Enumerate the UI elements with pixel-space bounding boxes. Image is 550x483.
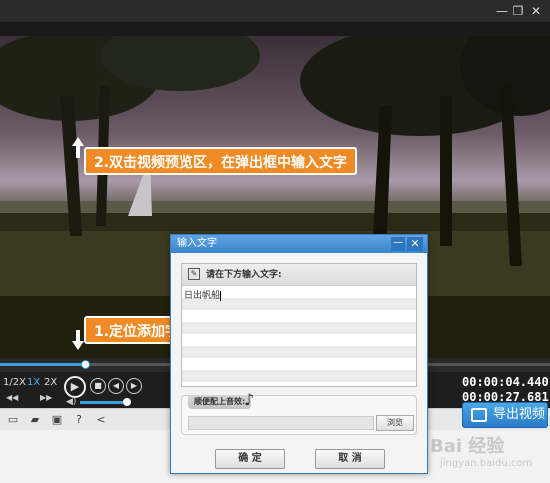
speed-half[interactable]: 1/2X — [3, 377, 26, 388]
play-button[interactable]: ▶ — [64, 376, 86, 398]
ok-button[interactable]: 确 定 — [215, 449, 285, 469]
prev-frame-button[interactable]: ◀ — [108, 378, 124, 394]
input-text-dialog: 输入文字 — ✕ ✎ 请在下方输入文字: 日出帆船 顺便配上音效: ♪ 浏览 确… — [170, 234, 428, 474]
step-back-icon[interactable]: ◀◀ — [6, 393, 18, 402]
watermark-url: jingyan.baidu.com — [440, 458, 533, 469]
play-icon: ▶ — [70, 380, 80, 393]
watermark: Bai 经验 — [430, 436, 505, 457]
speed-double[interactable]: 2X — [44, 377, 57, 388]
audio-section: 顺便配上音效: ♪ 浏览 — [181, 390, 417, 435]
export-video-button[interactable]: 导出视频 — [462, 402, 548, 428]
save-icon[interactable]: ▣ — [50, 413, 64, 427]
callout2-arrow-stem — [76, 146, 80, 158]
music-note-icon: ♪ — [244, 390, 255, 409]
timeline-progress — [0, 363, 86, 366]
folder-icon[interactable]: ▰ — [28, 413, 42, 427]
share-icon[interactable]: < — [94, 413, 108, 427]
minimize-button[interactable]: — — [494, 3, 510, 19]
help-icon[interactable]: ? — [72, 413, 86, 427]
step-forward-icon[interactable]: ▶▶ — [40, 393, 52, 402]
callout2-arrow-icon — [72, 137, 84, 146]
timeline-handle[interactable] — [81, 360, 91, 369]
close-button[interactable]: ✕ — [528, 3, 544, 19]
stop-icon: ■ — [94, 381, 102, 390]
prompt-header: ✎ 请在下方输入文字: — [182, 264, 416, 286]
text-caret — [220, 290, 222, 301]
prompt-label: 请在下方输入文字: — [206, 270, 282, 280]
next-frame-icon: ▶ — [130, 381, 138, 390]
volume-icon[interactable]: ◀) — [66, 397, 76, 407]
current-time: 00:00:04.440 — [462, 375, 549, 389]
text-input-box: ✎ 请在下方输入文字: 日出帆船 — [181, 263, 417, 387]
volume-slider[interactable] — [80, 401, 127, 404]
window-titlebar: — ❐ ✕ — [0, 0, 550, 22]
edit-icon: ✎ — [188, 268, 200, 280]
stop-button[interactable]: ■ — [90, 378, 106, 394]
restore-button[interactable]: ❐ — [510, 3, 526, 19]
browse-button[interactable]: 浏览 — [376, 415, 414, 431]
subtitle-text: 日出帆船 — [184, 291, 221, 301]
dialog-title: 输入文字 — [171, 235, 427, 253]
export-icon — [471, 408, 487, 422]
toolbar-strip — [0, 22, 550, 36]
subtitle-icon[interactable]: ▭ — [6, 413, 20, 427]
dialog-minimize-button[interactable]: — — [391, 237, 405, 251]
audio-path-field[interactable] — [188, 416, 374, 430]
prev-frame-icon: ◀ — [112, 381, 120, 390]
cancel-button[interactable]: 取 消 — [315, 449, 385, 469]
next-frame-button[interactable]: ▶ — [126, 378, 142, 394]
volume-handle[interactable] — [122, 398, 131, 406]
audio-label: 顺便配上音效: — [188, 395, 252, 409]
subtitle-textarea[interactable]: 日出帆船 — [182, 286, 416, 386]
callout-step2: 2.双击视频预览区，在弹出框中输入文字 — [84, 147, 358, 175]
export-label: 导出视频 — [493, 407, 546, 422]
callout1-arrow-icon — [72, 341, 84, 350]
speed-normal[interactable]: 1X — [27, 377, 40, 388]
dialog-close-button[interactable]: ✕ — [407, 237, 423, 251]
